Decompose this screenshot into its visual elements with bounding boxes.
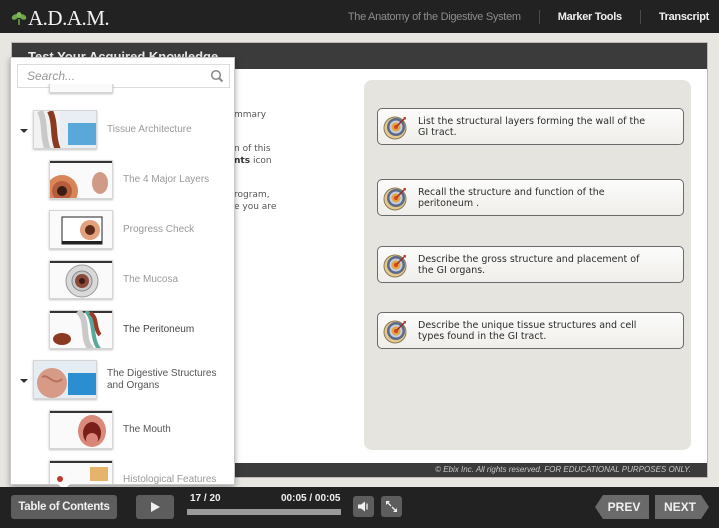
intro-paragraph: n of this nts icon [234, 143, 354, 167]
thumbnail [49, 210, 113, 249]
thumbnail-image [50, 461, 112, 484]
divider [538, 9, 540, 24]
objective-item[interactable]: Describe the unique tissue structures an… [377, 312, 684, 349]
progress-bar[interactable] [187, 509, 341, 515]
intro-line: n of this [234, 144, 271, 154]
intro-line: icon [250, 156, 272, 166]
thumbnail-image [34, 361, 96, 398]
next-label: NEXT [663, 500, 696, 514]
thumbnail [49, 310, 113, 349]
objective-item[interactable]: Describe the gross structure and placeme… [377, 246, 684, 283]
divider [639, 9, 641, 24]
thumbnail-image [34, 111, 96, 148]
speaker-icon [358, 501, 368, 512]
toc-label: The Digestive Structures and Organs [107, 367, 217, 391]
course-title: The Anatomy of the Digestive System [347, 10, 521, 23]
toc-page-4-major-layers[interactable]: The 4 Major Layers [49, 160, 209, 199]
toc-page-progress-check[interactable]: Progress Check [49, 210, 194, 249]
next-button[interactable]: NEXT [655, 495, 709, 519]
leaf-icon [11, 11, 27, 25]
toc-label: The Mouth [123, 423, 171, 435]
toc-label: The 4 Major Layers [123, 173, 210, 185]
expand-icon [386, 501, 397, 512]
objective-text: Describe the unique tissue structures an… [418, 319, 637, 342]
caret-down-icon[interactable] [20, 379, 28, 383]
adam-logo: A.D.A.M. [11, 6, 110, 31]
thumbnail-image [50, 411, 112, 448]
toc-list[interactable]: Tissue Architecture The 4 Major Layers P… [11, 84, 234, 484]
thumbnail [33, 360, 97, 399]
intro-line: rogram, [234, 190, 270, 200]
toc-label: Progress Check [123, 223, 195, 235]
thumbnail [49, 460, 113, 484]
objective-text: List the structural layers forming the w… [418, 115, 646, 138]
thumbnail-image [50, 211, 112, 248]
toc-label: The Peritoneum [123, 323, 195, 335]
toc-page-mouth[interactable]: The Mouth [49, 410, 171, 449]
prev-label: PREV [607, 500, 641, 514]
thumbnail-image [50, 161, 112, 198]
toc-page-peritoneum[interactable]: The Peritoneum [49, 310, 194, 349]
play-button[interactable] [136, 495, 174, 519]
objective-item[interactable]: List the structural layers forming the w… [377, 108, 684, 145]
search-icon[interactable] [210, 69, 224, 83]
transcript-link[interactable]: Transcript [659, 11, 709, 23]
audio-button[interactable] [353, 496, 374, 517]
thumbnail [49, 410, 113, 449]
top-nav: The Anatomy of the Digestive System Mark… [348, 0, 709, 33]
toc-page-mucosa[interactable]: The Mucosa [49, 260, 178, 299]
objective-text: Recall the structure and function of the… [418, 186, 605, 209]
progress-fill [187, 509, 341, 515]
thumbnail-image [50, 261, 112, 298]
toc-label: Histological Features [123, 473, 217, 485]
objectives-panel: List the structural layers forming the w… [364, 80, 691, 450]
intro-bold: nts [234, 156, 251, 166]
intro-line: mmary [234, 110, 267, 120]
table-of-contents-button[interactable]: Table of Contents [11, 495, 117, 519]
copyright-text: © Ebix Inc. All rights reserved. FOR EDU… [435, 465, 691, 474]
objective-text: Describe the gross structure and placeme… [418, 253, 640, 276]
slide-counter: 17 / 20 [190, 493, 221, 504]
fullscreen-button[interactable] [381, 496, 402, 517]
target-icon [383, 187, 407, 210]
intro-paragraph: rogram, e you are [234, 189, 354, 213]
caret-down-icon[interactable] [20, 129, 28, 133]
target-icon [383, 254, 407, 277]
toc-panel: Tissue Architecture The 4 Major Layers [10, 57, 235, 485]
prev-button[interactable]: PREV [595, 495, 649, 519]
thumbnail [33, 110, 97, 149]
toc-section-digestive-structures[interactable]: The Digestive Structures and Organs [33, 360, 222, 399]
toc-page-histological-features[interactable]: Histological Features [49, 460, 216, 484]
intro-line: e you are [234, 202, 277, 212]
target-icon [383, 116, 407, 139]
marker-tools-link[interactable]: Marker Tools [558, 11, 622, 23]
play-icon [151, 502, 160, 512]
toc-label: The Mucosa [123, 273, 179, 285]
thumbnail-image [50, 311, 112, 348]
objective-item[interactable]: Recall the structure and function of the… [377, 179, 684, 216]
time-display: 00:05 / 00:05 [281, 493, 341, 504]
target-icon [383, 320, 407, 343]
top-bar: A.D.A.M. The Anatomy of the Digestive Sy… [0, 0, 719, 33]
thumbnail [49, 260, 113, 299]
player-bar: Table of Contents 17 / 20 00:05 / 00:05 … [0, 487, 719, 528]
logo-text: A.D.A.M. [28, 6, 110, 30]
toc-section-tissue-architecture[interactable]: Tissue Architecture [33, 110, 192, 149]
toc-label: Tissue Architecture [107, 123, 192, 135]
slide-intro-text: mmary n of this nts icon rogram, e you a… [234, 109, 354, 237]
toc-thumb-partial [49, 84, 113, 93]
intro-paragraph: mmary [234, 109, 354, 121]
thumbnail [49, 160, 113, 199]
